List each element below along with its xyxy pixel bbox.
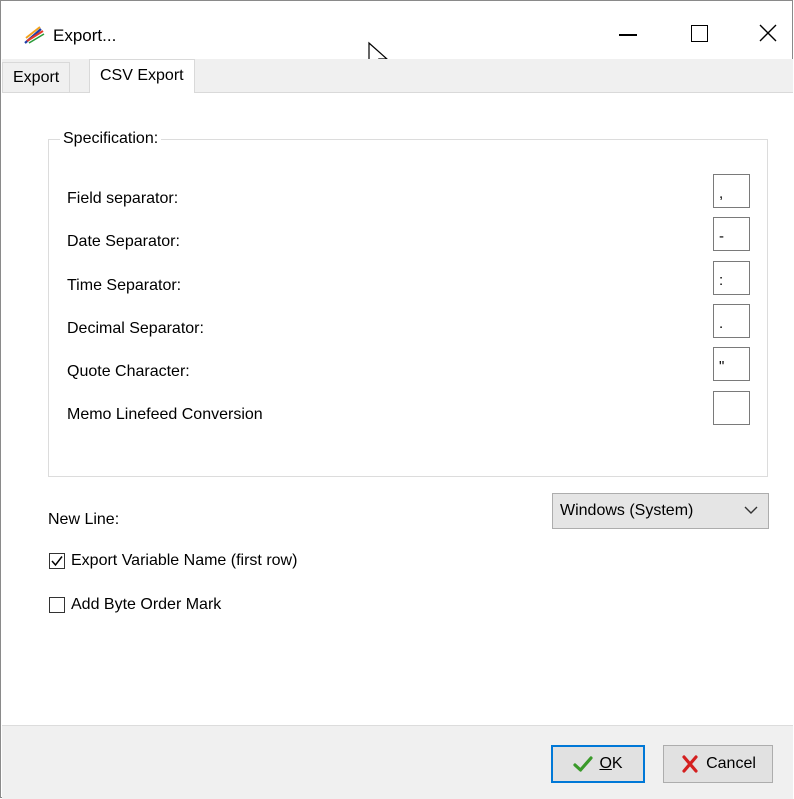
quote-character-input[interactable]	[713, 347, 750, 381]
export-variable-name-label: Export Variable Name (first row)	[71, 552, 298, 569]
csv-export-panel: Specification: Field separator: Date Sep…	[2, 93, 793, 725]
date-separator-input[interactable]	[713, 217, 750, 251]
close-button[interactable]	[738, 11, 794, 55]
add-byte-order-mark-label: Add Byte Order Mark	[71, 596, 222, 613]
minimize-icon	[619, 34, 637, 36]
x-icon	[682, 755, 698, 773]
maximize-icon	[690, 24, 708, 42]
memo-linefeed-input[interactable]	[713, 391, 750, 425]
time-separator-label: Time Separator:	[67, 277, 182, 294]
new-line-label: New Line:	[48, 511, 120, 528]
specification-title: Specification:	[60, 130, 162, 148]
checkmark-icon	[51, 556, 63, 567]
tab-csv-export[interactable]: CSV Export	[89, 59, 195, 93]
field-separator-label: Field separator:	[67, 190, 179, 207]
dialog-footer: OK Cancel	[2, 725, 793, 799]
memo-linefeed-label: Memo Linefeed Conversion	[67, 406, 263, 423]
add-byte-order-mark-checkbox[interactable]	[49, 597, 65, 613]
date-separator-label: Date Separator:	[67, 233, 180, 250]
new-line-selected-value: Windows (System)	[560, 502, 694, 519]
field-separator-input[interactable]	[713, 174, 750, 208]
cancel-label: Cancel	[706, 755, 756, 772]
ok-label-rest: K	[611, 755, 623, 772]
app-feather-icon	[24, 26, 45, 44]
window-title: Export...	[53, 26, 117, 45]
title-bar[interactable]: Export...	[1, 1, 794, 72]
close-icon	[759, 24, 777, 42]
export-variable-name-checkbox[interactable]	[49, 553, 65, 569]
chevron-down-icon	[744, 506, 758, 514]
cancel-button[interactable]: Cancel	[663, 745, 773, 783]
decimal-separator-input[interactable]	[713, 304, 750, 338]
export-variable-name-option[interactable]: Export Variable Name (first row)	[49, 552, 297, 570]
specification-group: Specification: Field separator: Date Sep…	[48, 130, 768, 477]
checkmark-icon	[573, 756, 594, 772]
new-line-select[interactable]: Windows (System)	[552, 493, 769, 529]
add-byte-order-mark-option[interactable]: Add Byte Order Mark	[49, 596, 221, 614]
decimal-separator-label: Decimal Separator:	[67, 320, 204, 337]
export-dialog: Export... Export CSV Export Specificatio…	[0, 0, 794, 799]
tab-strip: Export CSV Export	[2, 59, 793, 93]
time-separator-input[interactable]	[713, 261, 750, 295]
ok-label: OK	[599, 755, 622, 773]
tab-export[interactable]: Export	[2, 62, 71, 92]
quote-character-label: Quote Character:	[67, 363, 190, 380]
ok-mnemonic: O	[599, 755, 612, 772]
minimize-button[interactable]	[598, 11, 658, 55]
maximize-button[interactable]	[669, 11, 729, 55]
ok-button[interactable]: OK	[551, 745, 645, 783]
